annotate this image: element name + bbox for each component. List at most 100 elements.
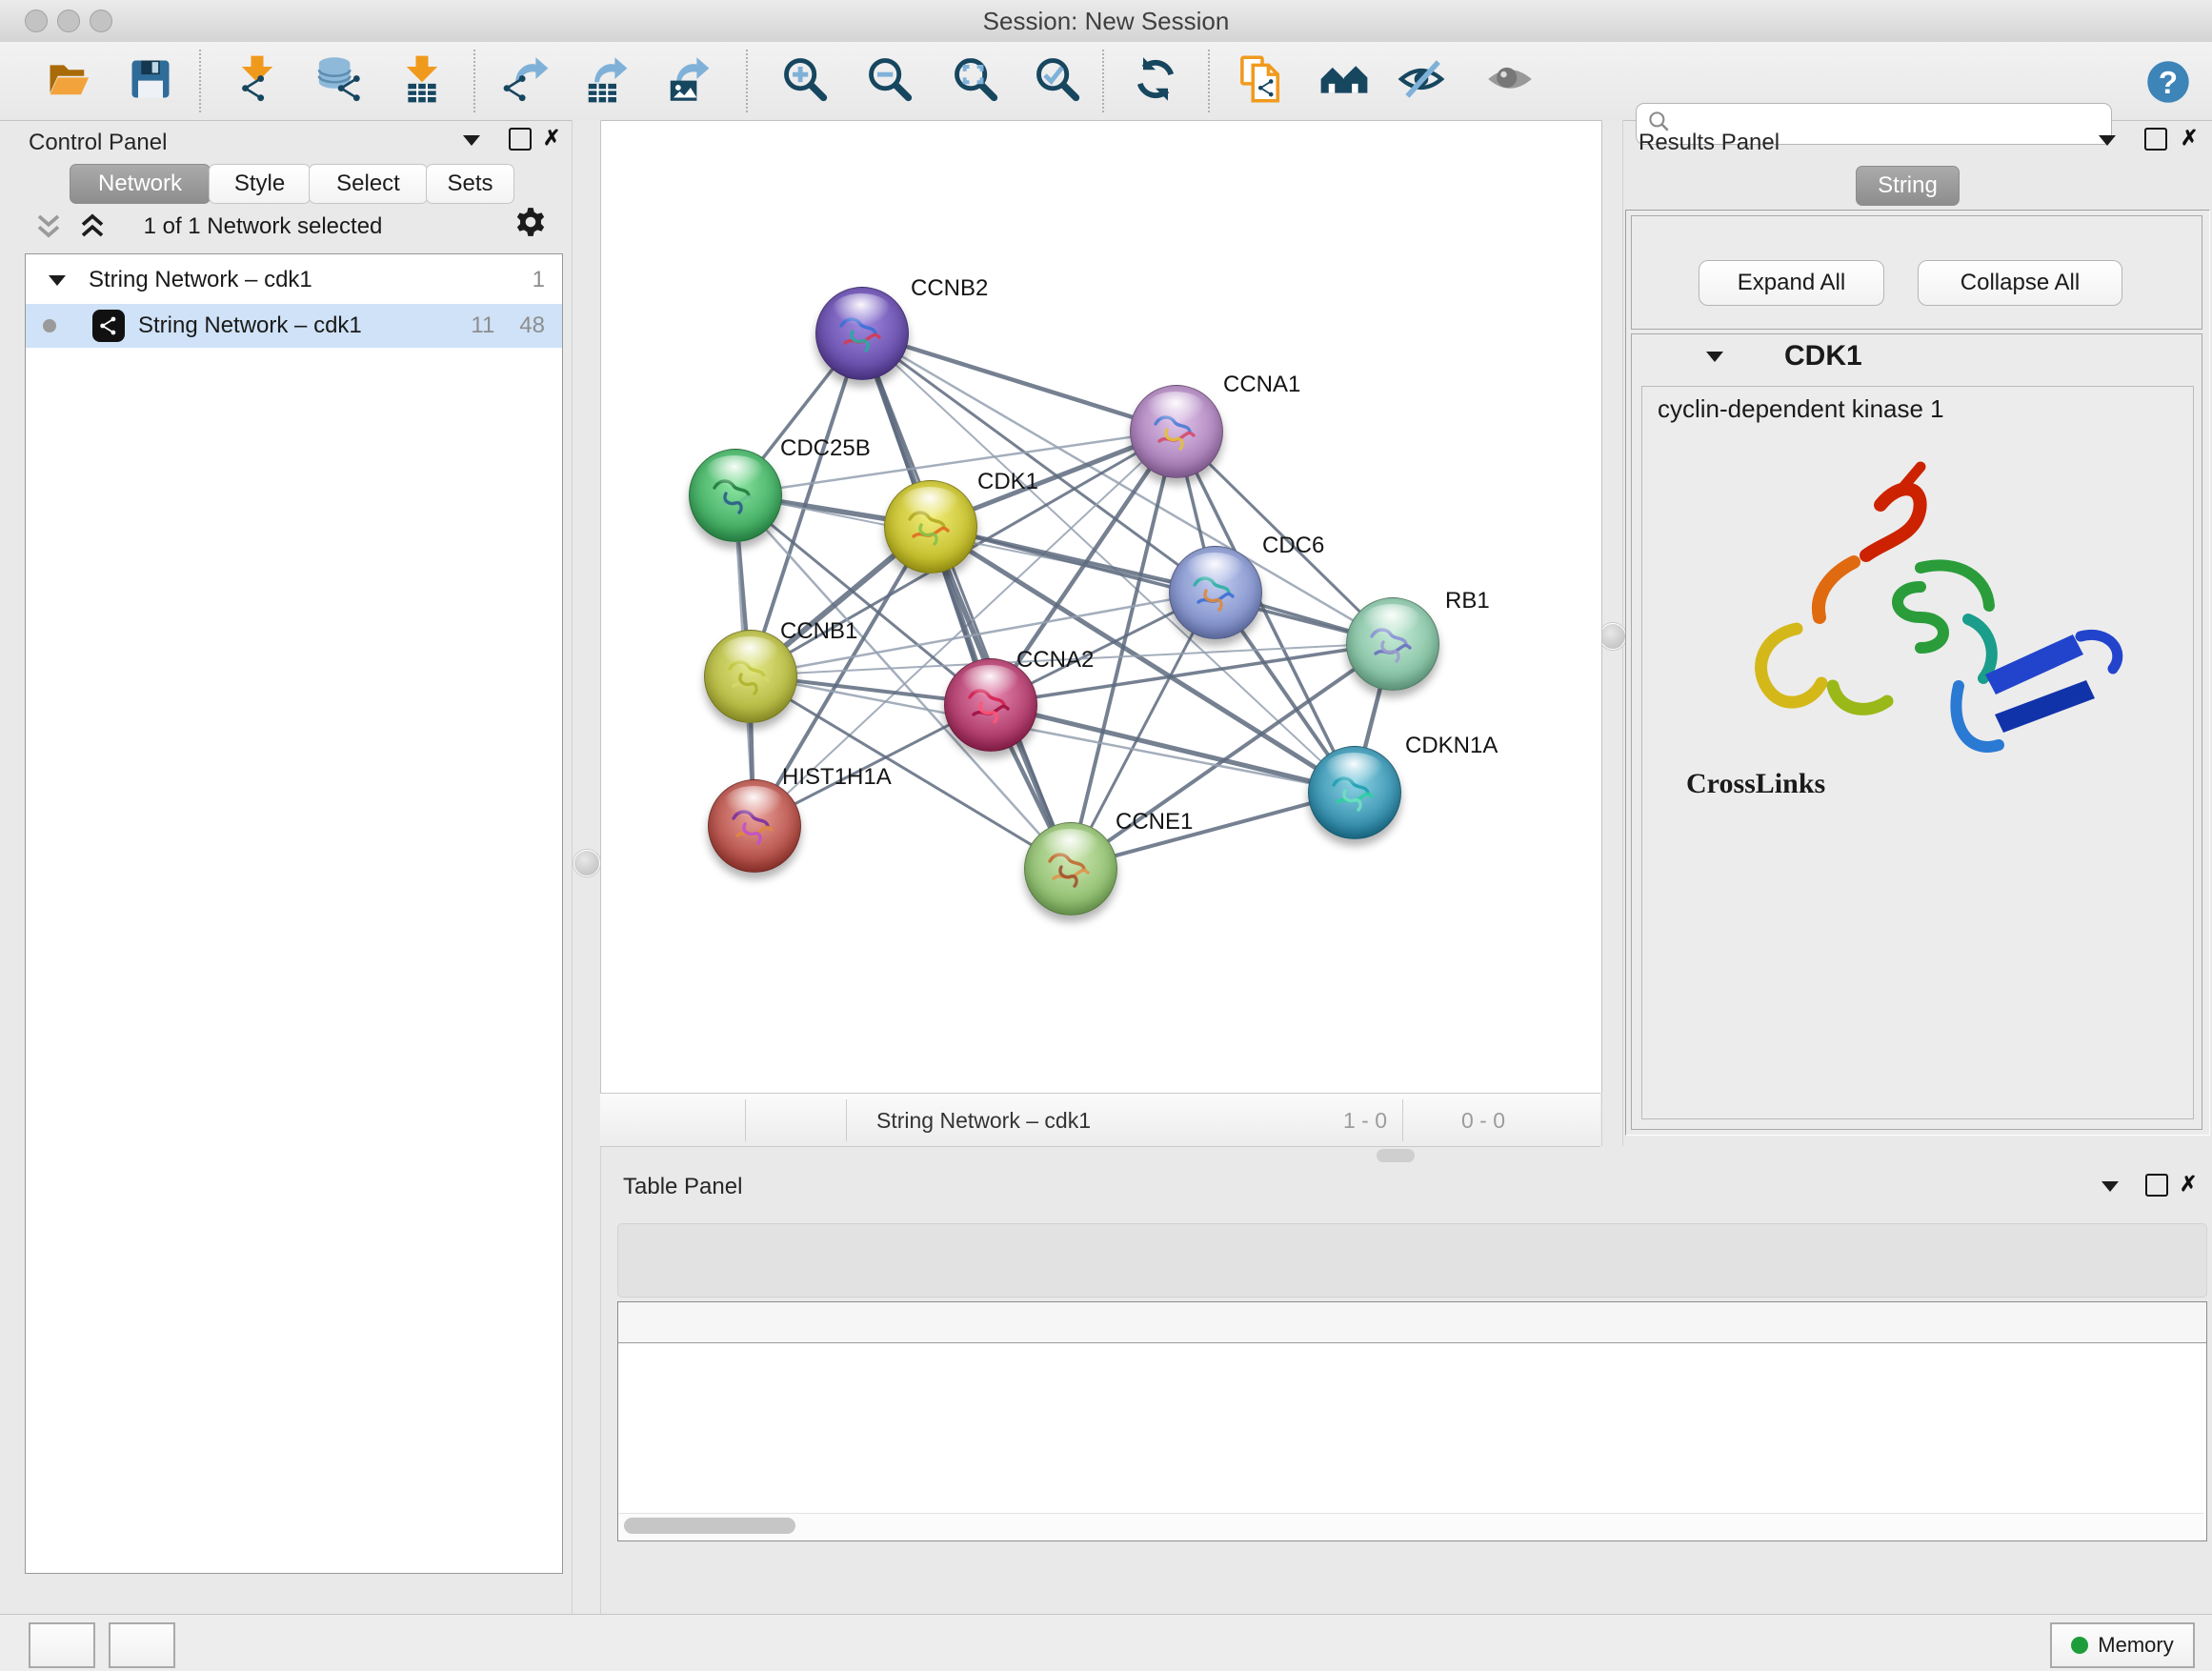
open-session-button[interactable] <box>42 54 95 108</box>
collection-count: 1 <box>533 267 545 293</box>
warnings-button[interactable] <box>109 1622 175 1668</box>
tab-string[interactable]: String <box>1856 166 1960 206</box>
export-table-button[interactable] <box>577 54 631 108</box>
crosslinks-title: CrossLinks <box>1686 768 1825 800</box>
table-panel-title: Table Panel <box>623 1174 742 1200</box>
network-options-gear-icon[interactable] <box>514 206 547 243</box>
scrollbar-thumb[interactable] <box>624 1518 795 1534</box>
tab-network[interactable]: Network <box>70 164 211 204</box>
results-panel-close-icon[interactable]: ✗ <box>2181 128 2198 149</box>
node-label-CCNB1: CCNB1 <box>780 618 857 645</box>
network-status-dot <box>43 319 56 332</box>
import-network-button[interactable] <box>231 54 284 108</box>
save-session-button[interactable] <box>124 54 177 108</box>
zoom-fit-button[interactable] <box>949 54 1002 108</box>
edge-CCNB2-CCNA1[interactable] <box>861 332 1176 431</box>
import-database-button[interactable] <box>312 54 366 108</box>
control-panel: Control Panel ✗ NetworkStyleSelectSets 1… <box>0 120 572 1614</box>
network-edge-count: 48 <box>519 312 545 339</box>
copy-network-button[interactable] <box>1236 54 1289 108</box>
toolbar-separator <box>1402 1099 1403 1141</box>
show-all-icon <box>1485 54 1535 109</box>
export-table-icon <box>579 54 629 109</box>
right-splitter[interactable] <box>1601 120 1623 1146</box>
protein-ribbon-thumb <box>885 481 976 573</box>
tab-sets[interactable]: Sets <box>426 164 514 204</box>
network-collection-row[interactable]: String Network – cdk1 1 <box>26 258 562 302</box>
help-icon: ? <box>2145 59 2191 110</box>
help-button[interactable]: ? <box>2142 57 2195 111</box>
network-view-toolbar: String Network – cdk1 1 - 0 0 - 0 <box>600 1093 1600 1147</box>
gene-collapse-icon[interactable] <box>1706 352 1723 362</box>
gene-symbol: CDK1 <box>1784 340 1862 372</box>
node-CDC6[interactable] <box>1169 546 1262 639</box>
gene-description: cyclin-dependent kinase 1 <box>1658 394 1944 424</box>
window-minimize-button[interactable] <box>57 10 80 32</box>
node-RB1[interactable] <box>1346 597 1439 691</box>
zoom-in-button[interactable] <box>778 54 832 108</box>
network-canvas[interactable]: CCNB2CCNA1CDC25BCDK1CDC6RB1CCNB1CCNA2CDK… <box>600 121 1602 1093</box>
zoom-selected-button[interactable] <box>1031 54 1084 108</box>
toolbar-separator <box>473 50 475 112</box>
toolbar-separator <box>745 1099 746 1141</box>
node-HIST1H1A[interactable] <box>708 779 801 873</box>
tab-select[interactable]: Select <box>309 164 428 204</box>
first-neighbors-icon <box>1319 54 1369 109</box>
hide-selected-button[interactable] <box>1395 54 1448 108</box>
export-image-icon <box>661 54 711 109</box>
status-bar: Memory <box>0 1614 2212 1671</box>
export-image-button[interactable] <box>659 54 713 108</box>
window-zoom-button[interactable] <box>90 10 112 32</box>
left-splitter[interactable] <box>572 120 601 1614</box>
memory-status-dot <box>2071 1637 2088 1654</box>
refresh-icon <box>1131 54 1180 109</box>
edge-CCNA2-CDKN1A[interactable] <box>990 704 1354 792</box>
show-all-button[interactable] <box>1483 54 1537 108</box>
first-neighbors-button[interactable] <box>1317 54 1371 108</box>
export-network-button[interactable] <box>498 54 552 108</box>
results-panel-float-icon[interactable] <box>2144 128 2167 151</box>
collapse-all-button[interactable]: Collapse All <box>1918 260 2122 306</box>
control-panel-close-icon[interactable]: ✗ <box>543 128 560 149</box>
toolbar-separator <box>1102 50 1104 112</box>
node-CDK1[interactable] <box>884 480 977 574</box>
expand-all-button[interactable]: Expand All <box>1699 260 1884 306</box>
control-panel-menu-icon[interactable] <box>463 135 480 146</box>
refresh-button[interactable] <box>1129 54 1182 108</box>
node-CCNA1[interactable] <box>1130 385 1223 478</box>
hide-selected-icon <box>1397 54 1446 109</box>
control-panel-float-icon[interactable] <box>509 128 532 151</box>
node-label-CDC6: CDC6 <box>1262 533 1324 559</box>
import-network-icon <box>232 54 282 109</box>
selected-count: 1 - 0 <box>1343 1101 1387 1139</box>
window-close-button[interactable] <box>25 10 48 32</box>
tab-style[interactable]: Style <box>209 164 311 204</box>
network-share-icon <box>92 310 125 342</box>
toolbar-separator <box>1208 50 1210 112</box>
collection-expand-icon[interactable] <box>49 275 66 286</box>
network-selection-summary: 1 of 1 Network selected <box>25 213 501 240</box>
cloud-button[interactable] <box>29 1622 95 1668</box>
toolbar-separator <box>746 50 748 112</box>
import-table-button[interactable] <box>395 54 449 108</box>
toolbar-separator <box>199 50 201 112</box>
collection-label: String Network – cdk1 <box>89 267 312 293</box>
node-label-CDK1: CDK1 <box>977 469 1038 495</box>
protein-ribbon-thumb <box>709 780 800 872</box>
memory-button[interactable]: Memory <box>2050 1622 2195 1668</box>
export-network-icon <box>500 54 550 109</box>
zoom-fit-icon <box>951 54 1000 109</box>
control-panel-title: Control Panel <box>29 130 167 156</box>
network-row-selected[interactable]: String Network – cdk1 11 48 <box>26 304 562 348</box>
node-CDKN1A[interactable] <box>1308 746 1401 839</box>
node-CDC25B[interactable] <box>689 449 782 542</box>
open-session-icon <box>44 54 93 109</box>
node-CCNE1[interactable] <box>1024 822 1117 916</box>
protein-ribbon-thumb <box>1025 823 1116 915</box>
left-splitter-knob[interactable] <box>573 850 600 876</box>
string-results-container: Expand All Collapse All CDK1 cyclin-depe… <box>1625 210 2210 1136</box>
node-CCNB2[interactable] <box>815 287 909 380</box>
results-panel-menu-icon[interactable] <box>2099 135 2116 146</box>
zoom-out-button[interactable] <box>863 54 916 108</box>
main-toolbar: ? <box>0 42 2212 121</box>
